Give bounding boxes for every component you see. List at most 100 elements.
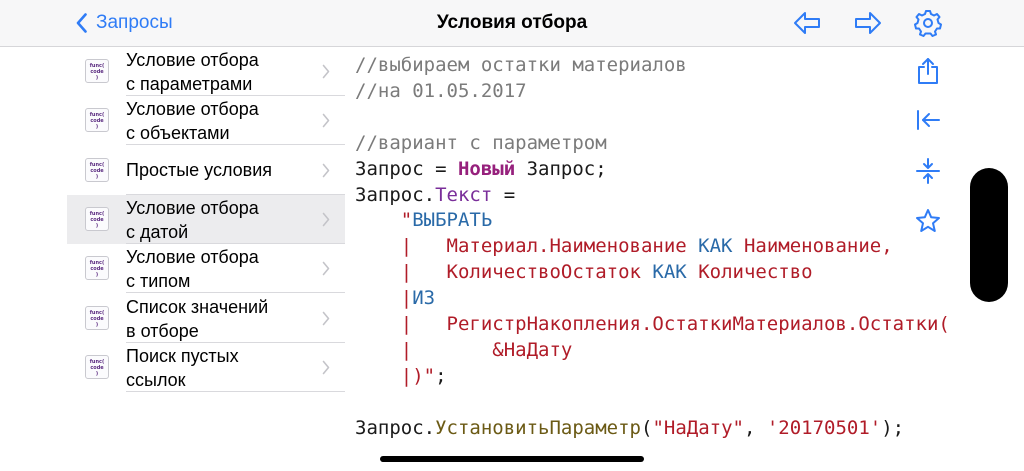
code-file-icon-text: ) xyxy=(95,371,99,377)
home-indicator[interactable] xyxy=(380,456,644,462)
code-line: | РегистрНакопления.ОстаткиМатериалов.Ос… xyxy=(355,311,950,337)
code-file-icon-text: ) xyxy=(95,322,99,328)
code-token: '20170501' xyxy=(766,417,882,439)
sidebar-item[interactable]: func(code) Поиск пустых ссылок xyxy=(67,343,345,392)
code-token: Запрос. xyxy=(355,184,436,206)
code-token: ИЗ xyxy=(412,287,436,309)
code-token: | КоличествоОстаток xyxy=(355,261,653,283)
sidebar-item[interactable]: func(code) Условие отбора с параметрами xyxy=(67,47,345,96)
code-token: | xyxy=(355,287,413,309)
code-token: Наименование, xyxy=(732,235,893,257)
code-file-icon: func(code) xyxy=(85,108,109,132)
code-editor[interactable]: //выбираем остатки материалов //на 01.05.… xyxy=(355,52,955,452)
code-token: //на 01.05.2017 xyxy=(355,80,527,102)
sidebar-item-label-line: Условие отбора xyxy=(126,99,259,119)
code-token: Новый xyxy=(457,158,516,180)
code-file-icon: func(code) xyxy=(85,355,109,379)
code-line: Запрос.УстановитьПараметр("НаДату", '201… xyxy=(355,415,904,441)
sidebar-item-label-line: Условие отбора xyxy=(126,198,259,218)
code-line: Запрос.Текст = xyxy=(355,182,515,208)
sidebar-item-label-line: с типом xyxy=(126,271,191,291)
code-file-icon-text: ) xyxy=(95,272,99,278)
navigation-bar: Запросы Условия отбора xyxy=(0,0,1024,47)
sidebar-item[interactable]: func(code) Условие отбора с объектами xyxy=(67,96,345,145)
back-button-label: Запросы xyxy=(96,12,173,33)
arrow-to-start-icon[interactable] xyxy=(913,105,943,135)
chevron-right-icon xyxy=(322,64,330,79)
code-file-icon: func(code) xyxy=(85,256,109,280)
sidebar-item-label-line: в отборе xyxy=(126,321,199,341)
code-token: ); xyxy=(881,417,905,439)
code-token: Текст xyxy=(435,184,493,206)
code-token: = xyxy=(492,184,516,206)
chevron-right-icon xyxy=(322,212,330,227)
chevron-right-icon xyxy=(322,163,330,178)
sidebar-item-label-line: ссылок xyxy=(126,370,186,390)
sidebar-item-label: Условие отбора с параметрами xyxy=(126,48,306,96)
code-token: " xyxy=(355,209,413,231)
code-token: КАК xyxy=(652,261,687,283)
code-line: //вариант с параметром xyxy=(355,130,607,156)
code-token: Запрос = xyxy=(355,158,458,180)
code-line: | &НаДату xyxy=(355,337,573,363)
code-file-icon: func(code) xyxy=(85,306,109,330)
sidebar-list: func(code) Условие отбора с параметрами fun… xyxy=(67,47,345,471)
code-token: КАК xyxy=(698,235,733,257)
sidebar-item[interactable]: func(code) Простые условия xyxy=(67,146,345,195)
share-icon[interactable] xyxy=(913,56,943,86)
sidebar-item-label-line: Условие отбора xyxy=(126,50,259,70)
sidebar-item-label-line: Простые условия xyxy=(126,160,273,180)
sidebar-item[interactable]: func(code) Список значений в отборе xyxy=(67,294,345,343)
sidebar-item-label: Условие отбора с объектами xyxy=(126,97,306,145)
code-line: | Материал.Наименование КАК Наименование… xyxy=(355,233,893,259)
collapse-icon[interactable] xyxy=(913,156,943,186)
code-file-icon: func(code) xyxy=(85,59,109,83)
code-token: ( xyxy=(640,417,653,439)
sidebar-item-label-line: с параметрами xyxy=(126,74,253,94)
code-token: | РегистрНакопления.ОстаткиМатериалов.Ос… xyxy=(355,313,950,335)
code-token: | &НаДату xyxy=(355,339,573,361)
chevron-right-icon xyxy=(322,311,330,326)
code-token: ВЫБРАТЬ xyxy=(412,209,493,231)
code-line: |)"; xyxy=(355,363,447,389)
sidebar-item-label-line: с датой xyxy=(126,222,189,242)
code-line: "ВЫБРАТЬ xyxy=(355,207,493,233)
arrow-right-icon[interactable] xyxy=(853,9,883,37)
arrow-left-icon[interactable] xyxy=(792,9,822,37)
chevron-right-icon xyxy=(322,360,330,375)
code-file-icon: func(code) xyxy=(85,158,109,182)
code-token: УстановитьПараметр xyxy=(435,417,641,439)
code-token: "НаДату" xyxy=(652,417,744,439)
gear-icon[interactable] xyxy=(913,9,943,37)
code-file-icon-text: ) xyxy=(95,223,99,229)
star-icon[interactable] xyxy=(913,206,943,236)
code-line: |ИЗ xyxy=(355,285,435,311)
chevron-right-icon xyxy=(322,261,330,276)
code-token: Запрос. xyxy=(355,417,436,439)
code-token: Количество xyxy=(686,261,813,283)
chevron-left-icon xyxy=(76,13,87,33)
sidebar-item-label: Простые условия xyxy=(126,158,306,182)
sidebar-item[interactable]: func(code) Условие отбора с типом xyxy=(67,244,345,293)
code-line: //выбираем остатки материалов xyxy=(355,52,687,78)
code-token: ; xyxy=(435,365,447,387)
row-separator xyxy=(126,144,345,145)
sidebar-item-label-line: Список значений xyxy=(126,297,269,317)
code-token: Запрос; xyxy=(515,158,607,180)
sidebar-item[interactable]: func(code) Условие отбора с датой xyxy=(67,195,345,244)
code-line: //на 01.05.2017 xyxy=(355,78,527,104)
chevron-right-icon xyxy=(322,113,330,128)
sidebar-item-label: Условие отбора с типом xyxy=(126,245,306,293)
code-file-icon-text: ) xyxy=(95,174,99,180)
back-button[interactable]: Запросы xyxy=(76,11,173,35)
code-file-icon: func(code) xyxy=(85,207,109,231)
code-line: | КоличествоОстаток КАК Количество xyxy=(355,259,813,285)
sidebar-item-label: Список значений в отборе xyxy=(126,295,306,343)
code-token: |)" xyxy=(355,365,436,387)
code-file-icon-text: ) xyxy=(95,75,99,81)
code-token: , xyxy=(743,417,767,439)
scroll-handle[interactable] xyxy=(970,168,1008,302)
code-token: //вариант с параметром xyxy=(355,132,607,154)
code-token: //выбираем остатки материалов xyxy=(355,54,687,76)
sidebar-item-label-line: Условие отбора xyxy=(126,247,259,267)
